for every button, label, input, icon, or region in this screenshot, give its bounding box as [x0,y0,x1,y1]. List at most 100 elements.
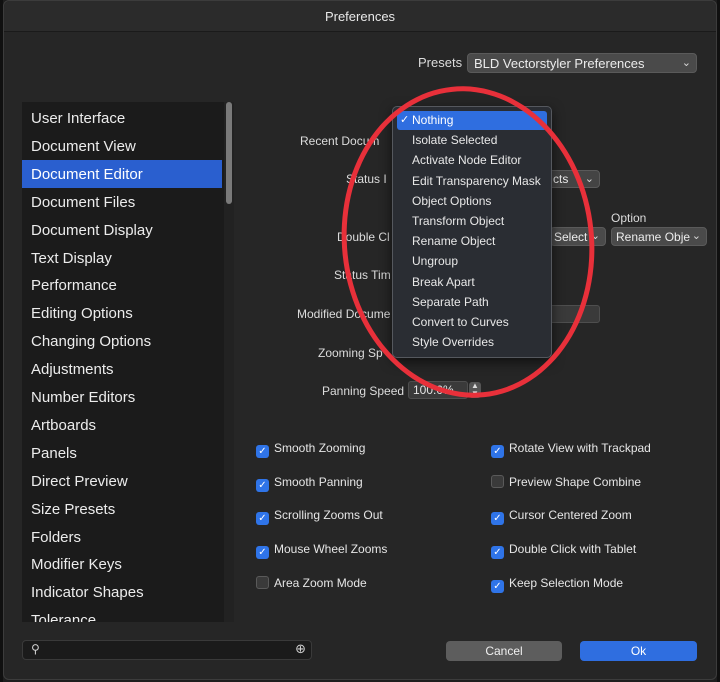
checkbox-label: Preview Shape Combine [509,474,642,489]
sidebar-item[interactable]: Performance [22,271,222,299]
panning-speed-label: Panning Speed [322,384,405,398]
dropdown-item[interactable]: ✓ Nothing [397,111,547,130]
check-icon: ✓ [400,114,410,126]
sidebar-item[interactable]: Document Display [22,216,222,244]
checkbox-row[interactable]: ✓ Scrolling Zooms Out [256,508,383,526]
presets-select-value: BLD Vectorstyler Preferences [474,56,645,71]
checkbox-label: Keep Selection Mode [509,575,624,590]
dropdown-item-label: Ungroup [412,254,459,269]
status-time-label: Status Tim [334,268,391,282]
window-title: Preferences [4,1,716,32]
checkbox-label: Rotate View with Trackpad [509,441,651,455]
action-dropdown-menu[interactable]: ✓ Nothing Isolate Selected Activate Node Ed… [392,106,552,358]
check-icon[interactable]: ✓ [256,512,269,526]
sidebar-item[interactable]: Artboards [22,411,222,439]
sidebar-item[interactable]: Text Display [22,244,222,272]
sidebar-item[interactable]: Panels [22,439,222,467]
checkbox-row[interactable]: Area Zoom Mode [256,575,367,590]
dropdown-item[interactable]: Ungroup [397,252,547,271]
dropdown-item-label: Activate Node Editor [412,153,522,168]
chevron-down-icon: ⌄ [584,173,594,185]
check-icon[interactable]: ✓ [491,579,504,593]
checkbox-row[interactable]: ✓ Mouse Wheel Zooms [256,542,387,560]
check-icon[interactable]: ✓ [491,546,504,560]
checkbox-row[interactable]: ✓ Cursor Centered Zoom [491,508,632,526]
checkbox[interactable] [491,474,504,488]
dropdown-item-label: Edit Transparency Mask [412,173,541,188]
dropdown-item[interactable]: Break Apart [397,273,547,292]
sidebar-item[interactable]: Size Presets [22,495,222,523]
double-click-option-value: Rename Obje [616,230,691,244]
zooming-speed-label: Zooming Sp [318,346,383,360]
recent-documents-label: Recent Docum [300,134,380,148]
double-click-select[interactable]: Select ⌄ [550,227,606,246]
sidebar-item[interactable]: Editing Options [22,299,222,327]
presets-select[interactable]: BLD Vectorstyler Preferences ⌄ [467,53,697,73]
sidebar-item[interactable]: User Interface [22,104,222,132]
double-click-option-select[interactable]: Rename Obje ⌄ [611,227,707,246]
dropdown-item-label: Transform Object [412,214,505,228]
check-icon[interactable]: ✓ [256,478,269,492]
checkbox-label: Double Click with Tablet [509,542,637,557]
panning-speed-stepper[interactable]: ▲ ▼ [469,382,481,398]
sidebar-item[interactable]: Document Editor [22,159,222,188]
chevron-down-icon: ⌄ [691,230,701,242]
checkbox-label: Scrolling Zooms Out [274,508,383,523]
sidebar-item[interactable]: Number Editors [22,383,222,411]
dropdown-item-label: Rename Object [412,234,496,249]
check-icon[interactable]: ✓ [256,445,269,458]
checkbox-row[interactable]: Preview Shape Combine [491,474,642,489]
checkbox-row[interactable]: ✓ Keep Selection Mode [491,576,623,593]
status-label: Status I [346,172,387,186]
chevron-down-icon: ⌄ [590,230,600,242]
sidebar-item[interactable]: Document View [22,132,222,160]
checkbox-label: Smooth Panning [274,474,363,489]
dropdown-item-label: Separate Path [412,294,489,309]
ok-button[interactable]: Ok [580,641,697,661]
cancel-button[interactable]: Cancel [446,641,562,661]
zoom-in-icon[interactable]: ⊕ [295,641,306,657]
dropdown-item[interactable]: Separate Path [397,293,547,312]
chevron-down-icon: ⌄ [681,57,691,69]
dropdown-item-label: Break Apart [412,274,475,289]
check-icon[interactable]: ✓ [491,512,504,526]
sidebar-item[interactable]: Folders [22,523,222,551]
option-header: Option [611,211,647,225]
check-icon[interactable]: ✓ [491,445,504,458]
checkbox-row[interactable]: ✓ Rotate View with Trackpad [491,441,651,458]
checkbox-row[interactable]: ✓ Smooth Zooming [256,441,365,458]
sidebar-item[interactable]: Document Files [22,188,222,216]
dropdown-item[interactable]: Rename Object [397,232,547,251]
dropdown-item[interactable]: Style Overrides [397,333,547,352]
dropdown-item[interactable]: Transform Object [397,212,547,231]
checkbox-row[interactable]: ✓ Smooth Panning [256,475,363,492]
sidebar-item[interactable]: Direct Preview [22,467,222,495]
dropdown-item-label: Convert to Curves [412,315,509,329]
sidebar-item[interactable]: Indicator Shapes [22,578,222,606]
checkbox-row[interactable]: ✓ Double Click with Tablet [491,542,637,560]
dropdown-item-label: Isolate Selected [412,133,498,148]
dropdown-item[interactable]: Activate Node Editor [397,151,547,170]
search-icon: ⚲ [31,642,40,656]
sidebar-scrollbar-thumb[interactable] [226,102,232,204]
modified-documents-label: Modified Docume [297,307,391,321]
dropdown-item-label: Style Overrides [412,335,495,350]
panning-speed-field[interactable]: 100.0% [408,381,468,399]
sidebar-item[interactable]: Changing Options [22,327,222,355]
checkbox-label: Smooth Zooming [274,441,366,455]
double-click-label: Double Cl [337,230,390,244]
sidebar-item[interactable]: Adjustments [22,355,222,383]
dropdown-item[interactable]: Isolate Selected [397,131,547,150]
search-field[interactable]: ⚲ ⊕ [22,640,312,660]
sidebar-item[interactable]: Modifier Keys [22,550,222,578]
presets-label: Presets [418,55,463,70]
category-sidebar: User Interface Document View Document Edit… [22,102,234,622]
dropdown-item[interactable]: Edit Transparency Mask [397,172,547,191]
dropdown-item[interactable]: Convert to Curves [397,313,547,332]
checkbox[interactable] [256,575,269,589]
double-click-select-value: Select [554,230,588,244]
dropdown-item[interactable]: Object Options [397,192,547,211]
check-icon[interactable]: ✓ [256,546,269,560]
checkbox-label: Area Zoom Mode [274,575,367,590]
sidebar-item[interactable]: Tolerance [22,606,222,622]
